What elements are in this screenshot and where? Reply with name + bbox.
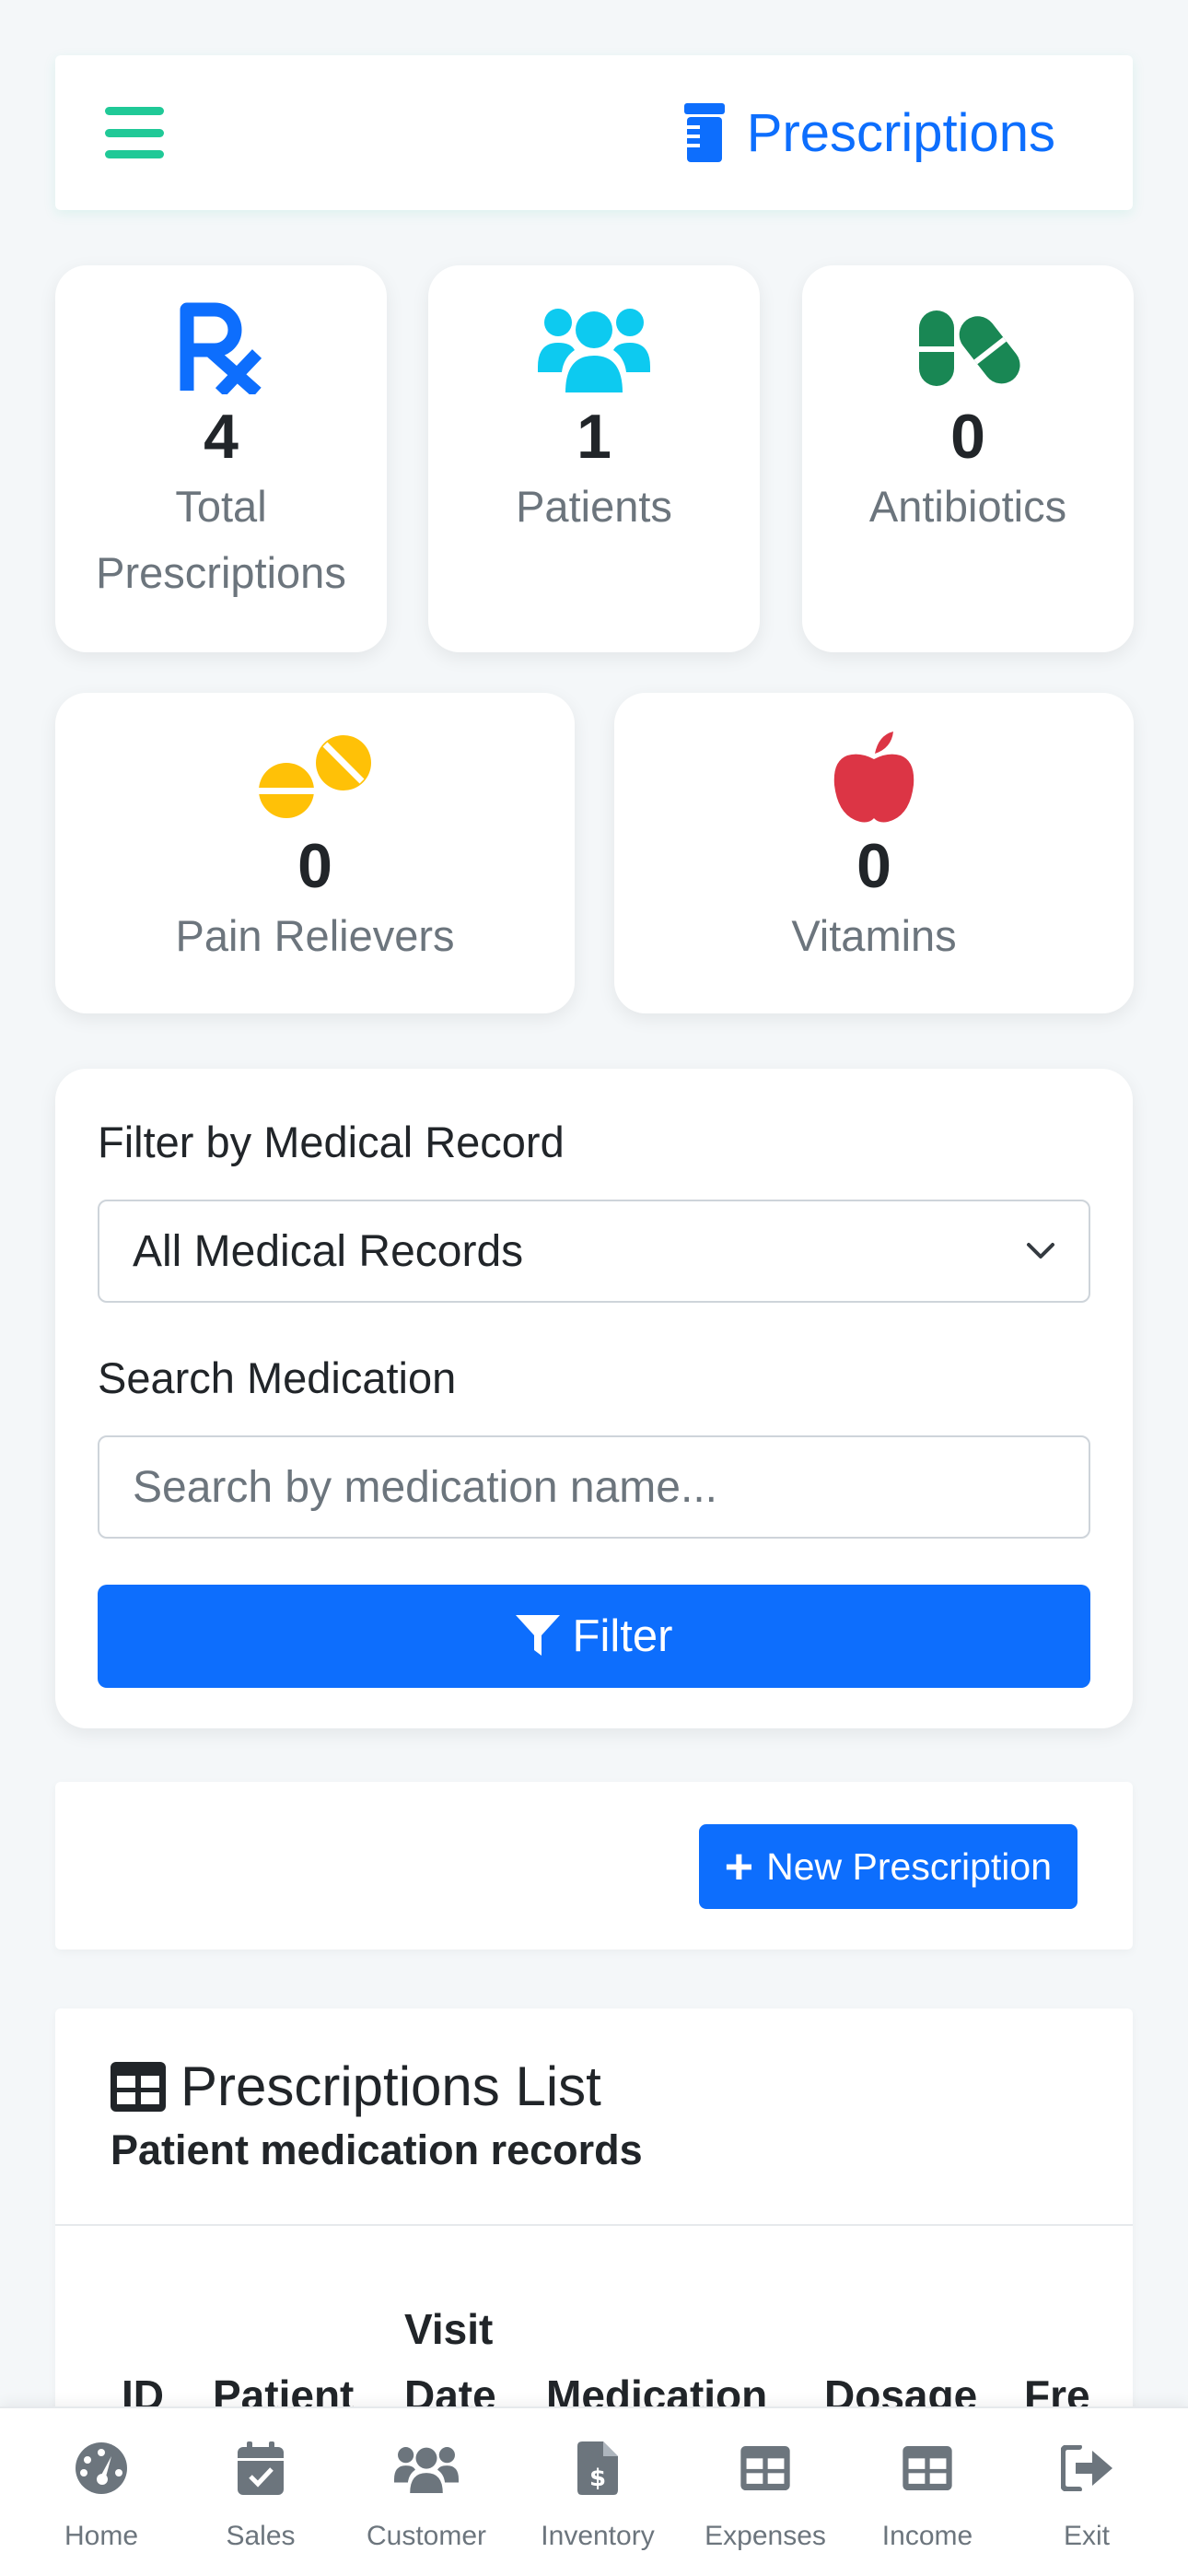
invoice-dollar-icon: $ [577, 2441, 618, 2495]
filter-card: Filter by Medical Record All Medical Rec… [55, 1069, 1133, 1728]
medical-record-select-value: All Medical Records [133, 1226, 524, 1276]
stat-value: 0 [950, 402, 985, 472]
stat-value: 4 [204, 402, 239, 472]
stat-value: 1 [577, 402, 611, 472]
medical-record-select[interactable]: All Medical Records [98, 1200, 1090, 1303]
stat-label: Vitamins [791, 911, 957, 960]
stat-value: 0 [297, 831, 332, 901]
nav-item-home[interactable]: Home [23, 2436, 180, 2552]
stat-label: Antibiotics [868, 482, 1067, 531]
rx-icon [180, 302, 262, 394]
prescription-bottle-icon [683, 103, 725, 162]
table-icon [111, 2061, 166, 2112]
nav-item-exit[interactable]: Exit [1008, 2436, 1165, 2552]
pills-icon [919, 310, 1020, 386]
users-icon [538, 309, 650, 392]
top-header: Prescriptions [55, 55, 1133, 210]
new-prescription-label: New Prescription [766, 1844, 1052, 1888]
bottom-nav: Home Sales Customer $ Inventory Expenses… [0, 2406, 1188, 2576]
nav-item-income[interactable]: Income [849, 2436, 1006, 2552]
stat-label: Total Prescriptions [96, 482, 346, 597]
hamburger-menu-icon[interactable] [105, 107, 164, 158]
sign-out-icon [1061, 2445, 1112, 2491]
medical-record-label: Filter by Medical Record [98, 1118, 565, 1166]
nav-label: Expenses [705, 2521, 826, 2551]
new-prescription-button[interactable]: + New Prescription [698, 1824, 1077, 1909]
stat-card-antibiotics: 0 Antibiotics [802, 265, 1134, 652]
nav-label: Exit [1063, 2521, 1110, 2551]
list-title: Prescriptions List [111, 2055, 601, 2118]
stat-card-total-prescriptions: 4 Total Prescriptions [55, 265, 387, 652]
stat-label: Pain Relievers [175, 911, 455, 960]
filter-button-label: Filter [572, 1611, 673, 1661]
nav-label: Customer [366, 2521, 487, 2551]
stat-card-patients: 1 Patients [428, 265, 760, 652]
nav-label: Home [64, 2521, 139, 2551]
plus-icon: + [724, 1839, 754, 1894]
page-title: Prescriptions [683, 102, 1055, 164]
stat-card-pain-relievers: 0 Pain Relievers [55, 693, 575, 1013]
list-header: Prescriptions List Patient medication re… [55, 2008, 1133, 2226]
stat-value: 0 [856, 831, 891, 901]
stat-label: Patients [516, 482, 672, 531]
nav-item-inventory[interactable]: $ Inventory [519, 2436, 676, 2552]
nav-label: Inventory [541, 2521, 655, 2551]
calendar-check-icon [238, 2441, 284, 2495]
stat-card-vitamins: 0 Vitamins [614, 693, 1134, 1013]
nav-label: Income [881, 2521, 973, 2551]
page-title-text: Prescriptions [746, 102, 1055, 163]
list-title-text: Prescriptions List [181, 2055, 601, 2117]
table-icon [903, 2446, 952, 2490]
nav-label: Sales [226, 2521, 296, 2551]
gauge-icon [76, 2442, 127, 2494]
svg-text:$: $ [589, 2465, 606, 2492]
nav-item-customer[interactable]: Customer [348, 2436, 505, 2552]
tablets-icon [259, 735, 371, 818]
nav-item-expenses[interactable]: Expenses [687, 2436, 844, 2552]
search-medication-input[interactable] [98, 1435, 1090, 1539]
filter-button[interactable]: Filter [98, 1585, 1090, 1688]
table-icon [740, 2446, 790, 2490]
users-icon [394, 2447, 459, 2493]
list-subtitle: Patient medication records [111, 2126, 643, 2173]
search-medication-label: Search Medication [98, 1353, 457, 1402]
filter-icon [515, 1615, 560, 1656]
action-card: + New Prescription [55, 1782, 1133, 1950]
chevron-down-icon [1027, 1243, 1054, 1259]
apple-icon [833, 732, 914, 823]
nav-item-sales[interactable]: Sales [182, 2436, 339, 2552]
